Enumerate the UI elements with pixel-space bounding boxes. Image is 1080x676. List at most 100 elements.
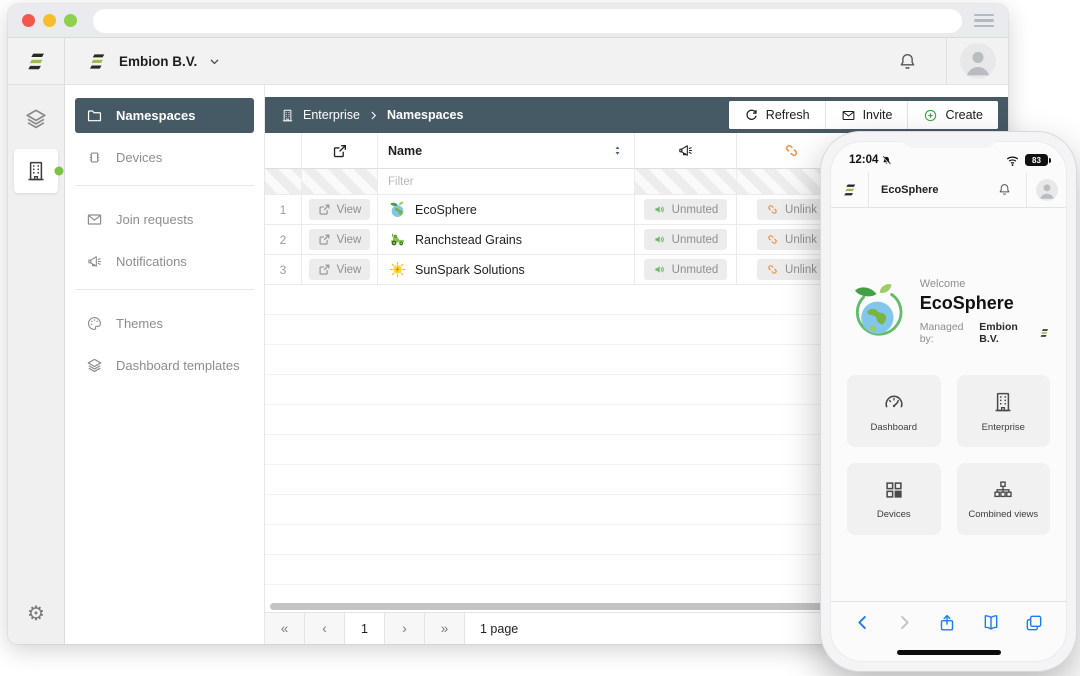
- welcome-name: EcoSphere: [920, 293, 1050, 314]
- icon-rail: ⚙: [8, 85, 65, 644]
- external-link-icon: [318, 263, 331, 276]
- header-view-column: [302, 133, 378, 169]
- embion-logo-icon: [842, 182, 858, 198]
- tile-devices[interactable]: Devices: [847, 463, 941, 535]
- next-page-button[interactable]: ›: [385, 613, 425, 644]
- embion-logo-icon: [1039, 327, 1050, 339]
- sidebar-item-themes[interactable]: Themes: [75, 306, 254, 341]
- sidebar: Namespaces Devices Join requests Notific…: [65, 85, 265, 644]
- tabs-button[interactable]: [1024, 613, 1044, 633]
- welcome-greeting: Welcome: [920, 278, 1050, 290]
- unlink-icon: [766, 263, 779, 276]
- phone-screen: 12:04 83 EcoSphere: [830, 141, 1067, 662]
- last-page-button[interactable]: »: [425, 613, 465, 644]
- unlink-icon: [766, 233, 779, 246]
- header-name-column[interactable]: Name: [378, 133, 635, 169]
- notifications-bell-button[interactable]: [897, 51, 918, 72]
- rail-item-enterprise[interactable]: [14, 149, 58, 193]
- rail-item-dashboards[interactable]: [24, 107, 48, 131]
- sidebar-item-label: Themes: [116, 316, 163, 331]
- header-right: [221, 38, 1008, 84]
- user-menu[interactable]: [946, 38, 1008, 84]
- share-button[interactable]: [937, 613, 957, 633]
- toolbar: Refresh Invite Create: [729, 101, 998, 129]
- mute-toggle-button[interactable]: Unmuted: [644, 199, 728, 220]
- refresh-label: Refresh: [766, 108, 810, 122]
- phone-menu-logo-button[interactable]: [831, 172, 869, 207]
- unlink-button[interactable]: Unlink: [757, 259, 826, 280]
- embion-logo-icon: [87, 51, 108, 72]
- unlink-button[interactable]: Unlink: [757, 199, 826, 220]
- avatar[interactable]: [960, 43, 996, 79]
- status-time: 12:04: [849, 154, 878, 166]
- tile-dashboard[interactable]: Dashboard: [847, 375, 941, 447]
- namespace-name-cell: Ranchstead Grains: [378, 225, 635, 255]
- grid-icon: [883, 479, 905, 501]
- settings-gear-button[interactable]: ⚙: [27, 604, 45, 624]
- sidebar-item-namespaces[interactable]: Namespaces: [75, 98, 254, 133]
- minimize-window-button[interactable]: [43, 14, 56, 27]
- invite-button[interactable]: Invite: [826, 101, 909, 129]
- sidebar-item-label: Devices: [116, 150, 162, 165]
- mute-toggle-button[interactable]: Unmuted: [644, 229, 728, 250]
- embion-logo-icon: [25, 50, 48, 73]
- view-button[interactable]: View: [309, 229, 371, 250]
- battery-level: 83: [1032, 156, 1041, 165]
- view-button[interactable]: View: [309, 199, 371, 220]
- phone-tiles: Dashboard Enterprise Devices Combined vi…: [847, 375, 1050, 535]
- phone-app-header: EcoSphere: [831, 172, 1066, 208]
- megaphone-icon: [86, 253, 103, 270]
- envelope-icon: [841, 108, 856, 123]
- bookmarks-button[interactable]: [981, 613, 1001, 633]
- name-filter-input[interactable]: [382, 176, 630, 188]
- org-switcher[interactable]: Embion B.V.: [65, 38, 221, 84]
- tile-enterprise[interactable]: Enterprise: [957, 375, 1051, 447]
- phone-app-title: EcoSphere: [881, 184, 938, 196]
- welcome-section: Welcome EcoSphere Managed by: Embion B.V…: [847, 278, 1050, 345]
- avatar: [1036, 179, 1058, 201]
- browser-chrome: [8, 4, 1008, 38]
- speaker-icon: [653, 233, 666, 246]
- sidebar-item-join-requests[interactable]: Join requests: [75, 202, 254, 237]
- sidebar-item-devices[interactable]: Devices: [75, 140, 254, 175]
- phone-user-menu[interactable]: [1026, 172, 1066, 207]
- megaphone-icon: [677, 142, 694, 159]
- phone-bell-button[interactable]: [997, 182, 1012, 197]
- browser-address-bar[interactable]: [93, 9, 962, 33]
- bell-slash-icon: [881, 155, 892, 166]
- layers-icon: [24, 107, 48, 131]
- external-link-icon: [332, 143, 348, 159]
- breadcrumb-parent[interactable]: Enterprise: [303, 108, 360, 122]
- external-link-icon: [318, 203, 331, 216]
- window-controls: [22, 14, 77, 27]
- row-index: 2: [265, 225, 302, 255]
- sidebar-item-notifications[interactable]: Notifications: [75, 244, 254, 279]
- namespace-name: SunSpark Solutions: [415, 263, 525, 277]
- namespace-name: EcoSphere: [415, 203, 477, 217]
- sidebar-item-dashboard-templates[interactable]: Dashboard templates: [75, 348, 254, 383]
- row-index: 3: [265, 255, 302, 285]
- prev-page-button[interactable]: ‹: [305, 613, 345, 644]
- external-link-icon: [318, 233, 331, 246]
- maximize-window-button[interactable]: [64, 14, 77, 27]
- back-button[interactable]: [853, 613, 872, 632]
- envelope-icon: [86, 211, 103, 228]
- wifi-icon: [1005, 153, 1020, 168]
- bell-icon: [897, 51, 918, 72]
- bell-icon: [997, 182, 1012, 197]
- tile-combined-views[interactable]: Combined views: [957, 463, 1051, 535]
- view-button[interactable]: View: [309, 259, 371, 280]
- layers-icon: [86, 357, 103, 374]
- forward-button[interactable]: [895, 613, 914, 632]
- first-page-button[interactable]: «: [265, 613, 305, 644]
- header-index-column: [265, 133, 302, 169]
- browser-menu-icon[interactable]: [974, 14, 994, 28]
- unlink-button[interactable]: Unlink: [757, 229, 826, 250]
- close-window-button[interactable]: [22, 14, 35, 27]
- create-button[interactable]: Create: [908, 101, 998, 129]
- sort-icon[interactable]: [611, 144, 624, 157]
- home-indicator[interactable]: [897, 650, 1001, 655]
- mute-toggle-button[interactable]: Unmuted: [644, 259, 728, 280]
- ranchstead-logo-icon: [388, 230, 407, 249]
- refresh-button[interactable]: Refresh: [729, 101, 826, 129]
